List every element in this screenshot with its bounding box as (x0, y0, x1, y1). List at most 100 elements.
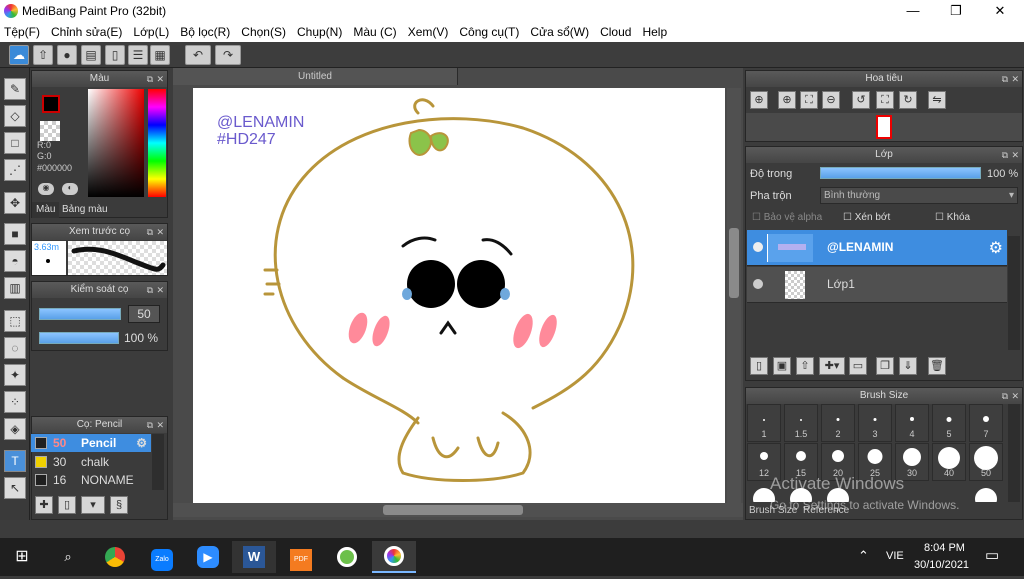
speech-icon[interactable]: ▤ (81, 45, 101, 65)
clock-date[interactable]: 30/10/2021 (914, 559, 969, 571)
brush-size-5[interactable]: 5 (932, 404, 966, 442)
new-layer-icon[interactable]: ▯ (750, 357, 768, 375)
page-icon[interactable]: ▯ (105, 45, 125, 65)
zoom-icon[interactable]: ▶ (186, 541, 230, 573)
select-eraser-tool-icon[interactable]: ◈ (4, 418, 26, 440)
tab-color[interactable]: Màu (32, 202, 60, 218)
drawing-canvas[interactable]: @LENAMIN #HD247 (193, 88, 725, 503)
list-icon[interactable]: ☰ (128, 45, 148, 65)
brush-size-slider[interactable] (39, 308, 121, 320)
grid-icon[interactable]: ▦ (150, 45, 170, 65)
eye-icon[interactable] (753, 279, 763, 289)
brush-menu-icon[interactable]: ▾ (81, 496, 105, 514)
brush-settings-icon[interactable]: § (110, 496, 128, 514)
merge-layer-icon[interactable]: ⇓ (899, 357, 917, 375)
menu-view[interactable]: Xem(V) (408, 25, 449, 39)
vertical-scroll-thumb[interactable] (729, 228, 739, 298)
select-pen-tool-icon[interactable]: ⁘ (4, 391, 26, 413)
eyedropper-icon[interactable]: ◐ (62, 183, 78, 195)
zoom-fit-icon[interactable]: ⊕ (750, 91, 768, 109)
brush-size-4[interactable]: 4 (895, 404, 929, 442)
maximize-button[interactable]: ❐ (933, 0, 979, 22)
zalo-icon[interactable]: Zalo (140, 541, 184, 573)
notification-icon[interactable]: ▭ (985, 546, 999, 564)
lock-checkbox[interactable]: ☐ Khóa (935, 212, 970, 223)
menu-edit[interactable]: Chỉnh sửa(E) (51, 25, 122, 39)
eye-icon[interactable] (753, 242, 763, 252)
layer-item-lenamin[interactable]: @LENAMIN ⚙ (747, 230, 1007, 266)
rotate-left-icon[interactable]: ↺ (852, 91, 870, 109)
undo-icon[interactable]: ↶ (185, 45, 211, 65)
move-tool-icon[interactable]: ✥ (4, 192, 26, 214)
lasso-tool-icon[interactable]: ◌ (4, 337, 26, 359)
saturation-value-picker[interactable] (88, 89, 144, 197)
canvas-vertical-scrollbar[interactable] (727, 88, 741, 503)
brush-item-noname[interactable]: 16 NONAME (31, 471, 151, 489)
medibang-taskbar-icon[interactable] (372, 541, 416, 573)
layer-opacity-slider[interactable] (820, 167, 981, 179)
clipping-checkbox[interactable]: ☐ Xén bớt (843, 212, 890, 223)
menu-window[interactable]: Cửa sổ(W) (530, 25, 589, 39)
fit-window-icon[interactable]: ⛶ (800, 91, 818, 109)
layer-list-scrollbar[interactable] (1008, 236, 1020, 350)
menu-help[interactable]: Help (642, 25, 667, 39)
hue-slider[interactable] (148, 89, 166, 197)
brush-size-2[interactable]: 2 (821, 404, 855, 442)
magic-wand-tool-icon[interactable]: ✦ (4, 364, 26, 386)
capcut-icon[interactable] (325, 541, 369, 573)
menu-color[interactable]: Màu (C) (353, 25, 396, 39)
text-tool-icon[interactable]: T (4, 450, 26, 472)
add-layer-menu-icon[interactable]: ✚▾ (819, 357, 845, 375)
menu-snap[interactable]: Chụp(N) (297, 25, 342, 39)
navigator-viewport-frame[interactable] (876, 115, 892, 139)
brush-item-chalk[interactable]: 30 chalk (31, 453, 151, 471)
trash-icon[interactable]: 🗑 (928, 357, 946, 375)
blend-mode-select[interactable]: Bình thường ▾ (820, 187, 1018, 204)
menu-filter[interactable]: Bộ lọc(R) (180, 25, 230, 39)
brush-size-1[interactable]: 1 (747, 404, 781, 442)
brush-size-50[interactable]: 50 (969, 443, 1003, 481)
menu-file[interactable]: Tệp(F) (4, 25, 40, 39)
gear-icon[interactable]: ⚙ (136, 436, 147, 450)
language-indicator[interactable]: VIE (886, 550, 904, 562)
rectangle-tool-icon[interactable]: □ (4, 132, 26, 154)
rotate-right-icon[interactable]: ↻ (899, 91, 917, 109)
bucket-tool-icon[interactable]: ◓ (4, 250, 26, 272)
brush-tool-icon[interactable]: ✎ (4, 78, 26, 100)
gear-icon[interactable]: ⚙ (989, 238, 1003, 258)
redo-icon[interactable]: ↷ (215, 45, 241, 65)
horizontal-scroll-thumb[interactable] (383, 505, 523, 515)
brush-size-3[interactable]: 3 (858, 404, 892, 442)
brush-size-1-5[interactable]: 1.5 (784, 404, 818, 442)
new-halftone-layer-icon[interactable]: ▣ (773, 357, 791, 375)
brush-list-scrollbar[interactable] (152, 434, 164, 490)
document-tab[interactable]: Untitled (173, 68, 458, 85)
pdf-icon[interactable]: PDF (279, 541, 323, 573)
add-brush-icon[interactable]: ✚ (35, 496, 53, 514)
select-tool-icon[interactable]: ⬚ (4, 310, 26, 332)
brush-item-pencil[interactable]: 50 Pencil ⚙ (31, 434, 151, 452)
upload-icon[interactable]: ⇧ (33, 45, 53, 65)
duplicate-layer-icon[interactable]: ❐ (876, 357, 894, 375)
flip-icon[interactable]: ⇋ (928, 91, 946, 109)
zoom-out-icon[interactable]: ⊖ (822, 91, 840, 109)
cloud-icon[interactable]: ☁ (9, 45, 29, 65)
folder-icon[interactable]: ▭ (849, 357, 867, 375)
chrome-icon[interactable] (93, 541, 137, 573)
close-button[interactable]: ✕ (977, 0, 1023, 22)
brush-size-value[interactable]: 50 (128, 305, 160, 323)
minimize-button[interactable]: — (890, 0, 936, 22)
tab-palette[interactable]: Bảng màu (58, 202, 112, 218)
navigator-preview[interactable] (746, 113, 1022, 141)
comment-icon[interactable]: ● (57, 45, 77, 65)
brush-opacity-slider[interactable] (39, 332, 119, 344)
layer-item-layer1[interactable]: Lớp1 (747, 267, 1007, 303)
menu-select[interactable]: Chọn(S) (241, 25, 286, 39)
fill-rect-tool-icon[interactable]: ■ (4, 223, 26, 245)
color-wheel-icon[interactable]: ◉ (38, 183, 54, 195)
protect-alpha-checkbox[interactable]: ☐ Bảo vệ alpha (752, 212, 822, 223)
chevron-up-icon[interactable]: ⌃ (858, 548, 869, 564)
gradient-tool-icon[interactable]: ▥ (4, 277, 26, 299)
dot-line-tool-icon[interactable]: ⋰ (4, 159, 26, 181)
menu-cloud[interactable]: Cloud (600, 25, 631, 39)
